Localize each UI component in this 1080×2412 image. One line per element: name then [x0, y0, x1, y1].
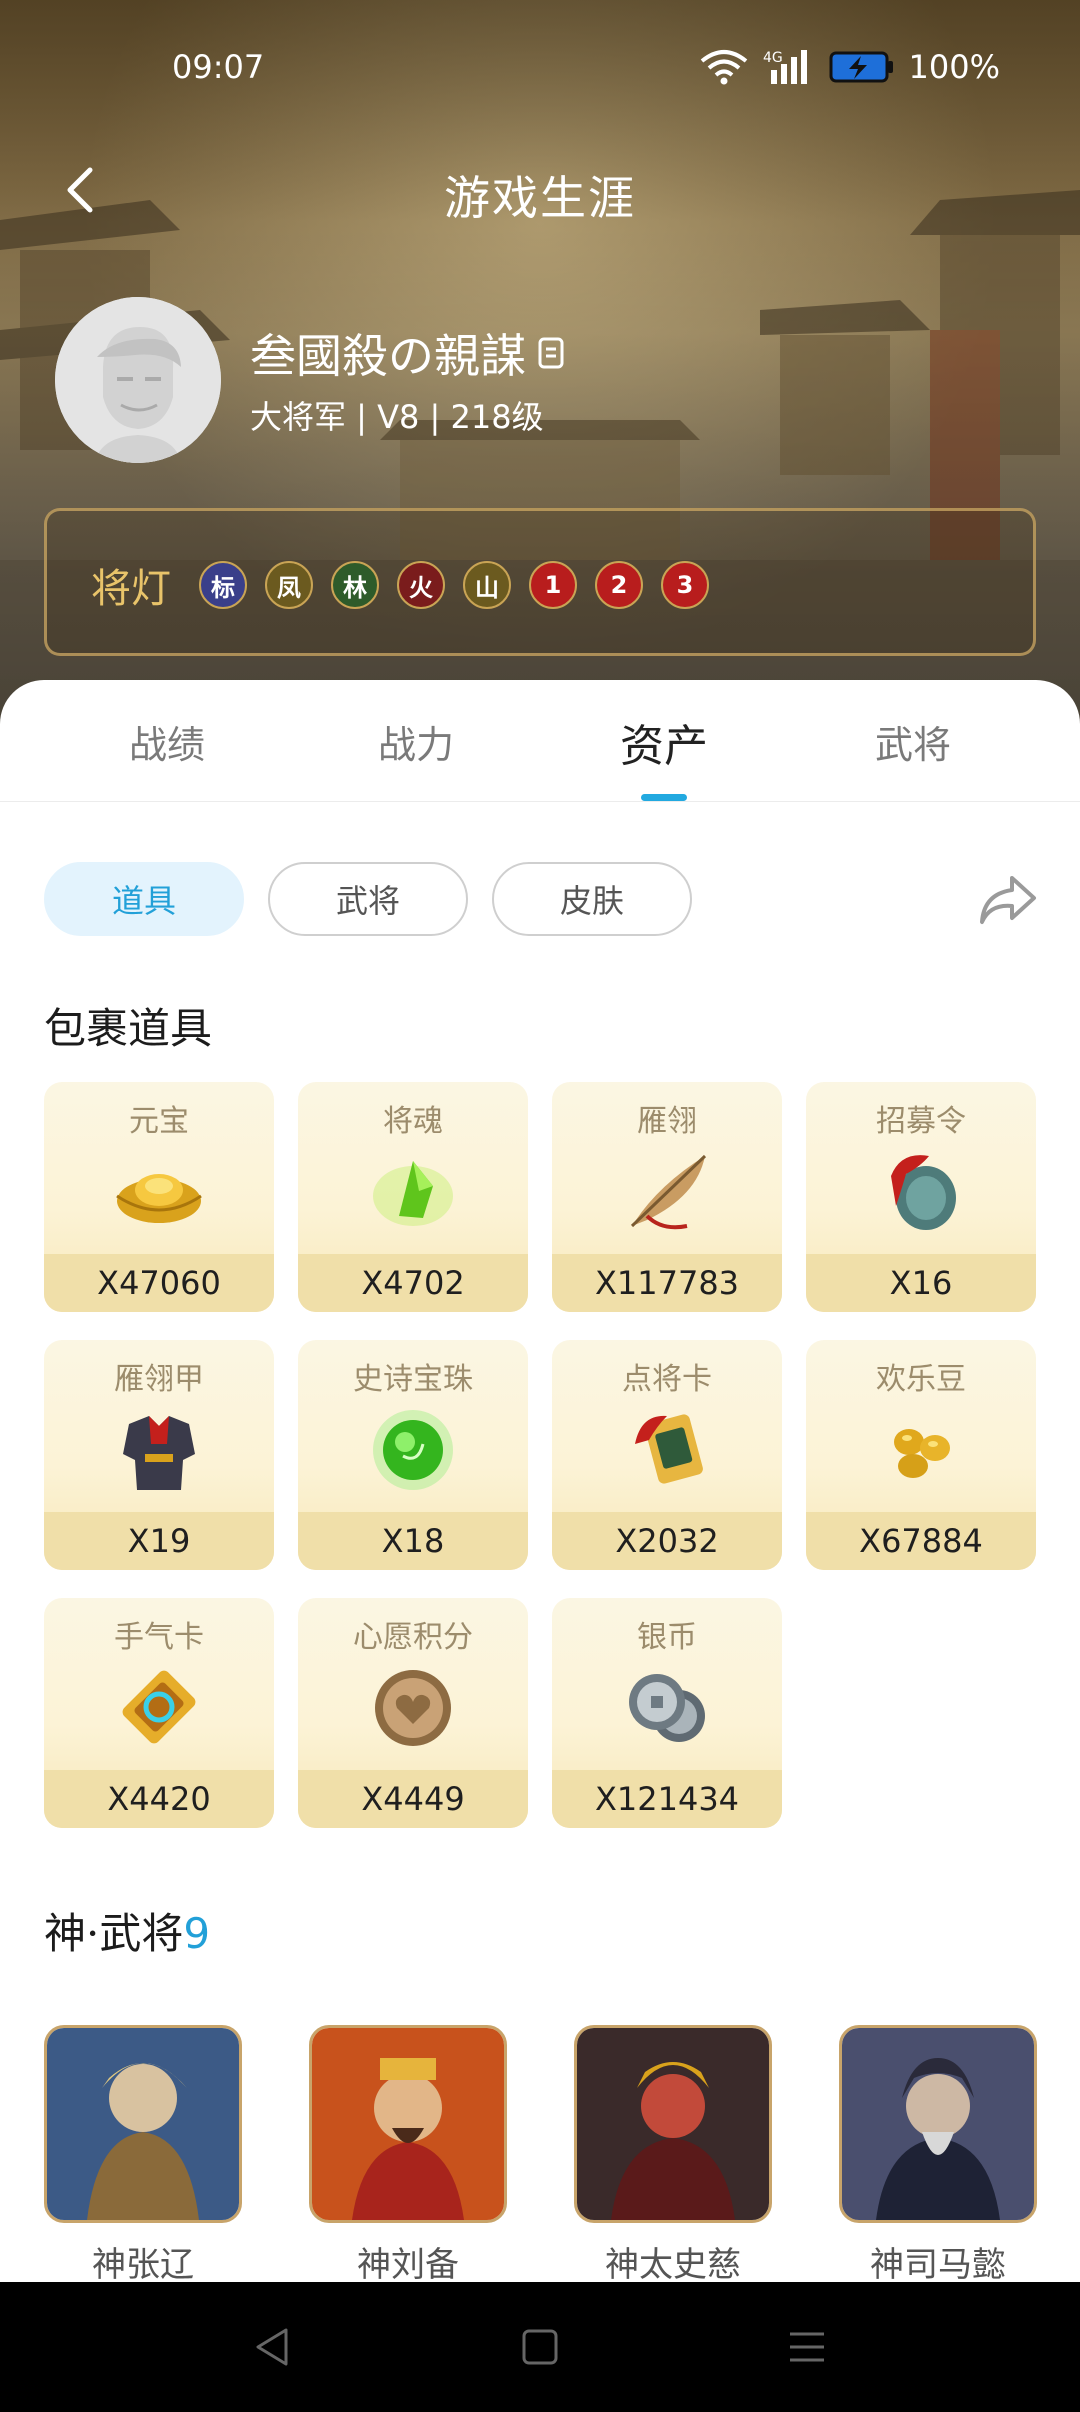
username: 叁國殺の親謀 [250, 320, 566, 386]
lamp-badge[interactable]: 林 [331, 561, 379, 609]
general-card[interactable]: 神太史慈 [574, 2025, 772, 2282]
item-quantity: X19 [127, 1522, 191, 1560]
main-tabs: 战绩 战力 资产 武将 [0, 680, 1080, 802]
user-rank-info: 大将军 | V8 | 218级 [250, 398, 544, 436]
status-bar: 09:07 4G 100% [0, 48, 1080, 92]
lamp-badge[interactable]: 标 [199, 561, 247, 609]
chip-generals[interactable]: 武将 [268, 862, 468, 936]
inventory-item[interactable]: 史诗宝珠 X18 [298, 1340, 528, 1570]
inventory-item[interactable]: 欢乐豆 X67884 [806, 1340, 1036, 1570]
item-quantity: X16 [889, 1264, 953, 1302]
generals-list: 神张辽 神刘备 神太史慈 神司马懿 [44, 2025, 1044, 2282]
lamps-title: 将灯 [91, 566, 171, 612]
lamp-badge[interactable]: 3 [661, 561, 709, 609]
silver-coin-icon [629, 1674, 705, 1742]
battery-percent: 100% [908, 48, 1000, 86]
active-tab-indicator [641, 794, 687, 801]
wifi-icon [700, 50, 747, 85]
content-sheet: 战绩 战力 资产 武将 道具 武将 皮肤 包裹道具 元宝 X47060 将魂 X… [0, 680, 1080, 2282]
nav-home-icon[interactable] [515, 2322, 565, 2372]
default-avatar-icon [55, 297, 221, 463]
copy-id-icon[interactable] [536, 335, 566, 371]
tab-generals[interactable]: 武将 [813, 714, 1013, 769]
cellular-signal-icon: 4G [763, 50, 807, 84]
tab-record[interactable]: 战绩 [67, 714, 267, 769]
nav-menu-icon[interactable] [782, 2322, 832, 2372]
item-quantity: X18 [381, 1522, 445, 1560]
generals-section-title: 神·武将9 [44, 1900, 210, 1961]
general-name: 神太史慈 [605, 2245, 741, 2282]
item-quantity: X4702 [361, 1264, 465, 1302]
armor-icon [123, 1416, 195, 1490]
lamp-badge[interactable]: 1 [529, 561, 577, 609]
general-portrait [309, 2025, 507, 2223]
heart-coin-icon [375, 1670, 451, 1746]
item-quantity: X4420 [107, 1780, 211, 1818]
svg-text:4G: 4G [763, 50, 783, 66]
inventory-item[interactable]: 招募令 X16 [806, 1082, 1036, 1312]
general-name: 神司马懿 [870, 2245, 1006, 2282]
generals-count: 9 [183, 1909, 211, 1958]
general-portrait-art [577, 2028, 769, 2220]
general-portrait-art [842, 2028, 1034, 2220]
lamp-badge[interactable]: 凤 [265, 561, 313, 609]
general-portrait-art [312, 2028, 504, 2220]
beans-icon [894, 1429, 950, 1478]
general-name: 神刘备 [357, 2245, 459, 2282]
inventory-item[interactable]: 点将卡 X2032 [552, 1340, 782, 1570]
item-quantity: X4449 [361, 1780, 465, 1818]
nav-back-icon[interactable] [248, 2322, 298, 2372]
general-card[interactable]: 神司马懿 [839, 2025, 1037, 2282]
inventory-item[interactable]: 雁翎 X117783 [552, 1082, 782, 1312]
luck-card-icon [122, 1670, 196, 1744]
general-card[interactable]: 神张辽 [44, 2025, 242, 2282]
status-time: 09:07 [172, 48, 265, 86]
inventory-item[interactable]: 手气卡 X4420 [44, 1598, 274, 1828]
general-portrait [839, 2025, 1037, 2223]
system-navigation-bar [0, 2282, 1080, 2412]
general-portrait [574, 2025, 772, 2223]
inventory-item[interactable]: 心愿积分 X4449 [298, 1598, 528, 1828]
generals-title-text: 神·武将 [44, 1909, 184, 1958]
feather-icon [630, 1154, 707, 1230]
battery-charging-icon [829, 51, 893, 83]
asset-filter-chips: 道具 武将 皮肤 [44, 862, 692, 936]
inventory-section-title: 包裹道具 [44, 1004, 213, 1053]
inventory-item[interactable]: 银币 X121434 [552, 1598, 782, 1828]
tab-assets[interactable]: 资产 [564, 710, 764, 774]
status-icons: 4G 100% [699, 48, 1000, 86]
inventory-item[interactable]: 元宝 X47060 [44, 1082, 274, 1312]
general-portrait-art [47, 2028, 239, 2220]
item-quantity: X67884 [859, 1522, 983, 1560]
top-navigation: 游戏生涯 [0, 150, 1080, 230]
general-name: 神张辽 [92, 2245, 194, 2282]
general-card[interactable]: 神刘备 [309, 2025, 507, 2282]
general-portrait [44, 2025, 242, 2223]
green-orb-icon [373, 1410, 453, 1490]
lamp-badge[interactable]: 山 [463, 561, 511, 609]
general-lamps-card: 将灯 标 凤 林 火 山 1 2 3 [44, 508, 1036, 656]
gold-ingot-icon [116, 1174, 202, 1223]
item-quantity: X2032 [615, 1522, 719, 1560]
item-quantity: X117783 [594, 1264, 740, 1302]
item-quantity: X121434 [594, 1780, 740, 1818]
general-card-icon [635, 1414, 703, 1484]
lamp-list: 标 凤 林 火 山 1 2 3 [199, 561, 709, 609]
inventory-item[interactable]: 将魂 X4702 [298, 1082, 528, 1312]
item-quantity: X47060 [97, 1264, 221, 1302]
avatar[interactable] [55, 297, 221, 463]
page-title: 游戏生涯 [444, 171, 636, 225]
lamp-badge[interactable]: 2 [595, 561, 643, 609]
share-icon[interactable] [976, 870, 1040, 930]
username-text: 叁國殺の親謀 [250, 329, 526, 383]
green-crystal-icon [373, 1161, 453, 1226]
tab-power[interactable]: 战力 [316, 714, 516, 769]
inventory-item[interactable]: 雁翎甲 X19 [44, 1340, 274, 1570]
recruit-token-icon [891, 1155, 956, 1230]
chip-items[interactable]: 道具 [44, 862, 244, 936]
lamp-badge[interactable]: 火 [397, 561, 445, 609]
chip-skins[interactable]: 皮肤 [492, 862, 692, 936]
